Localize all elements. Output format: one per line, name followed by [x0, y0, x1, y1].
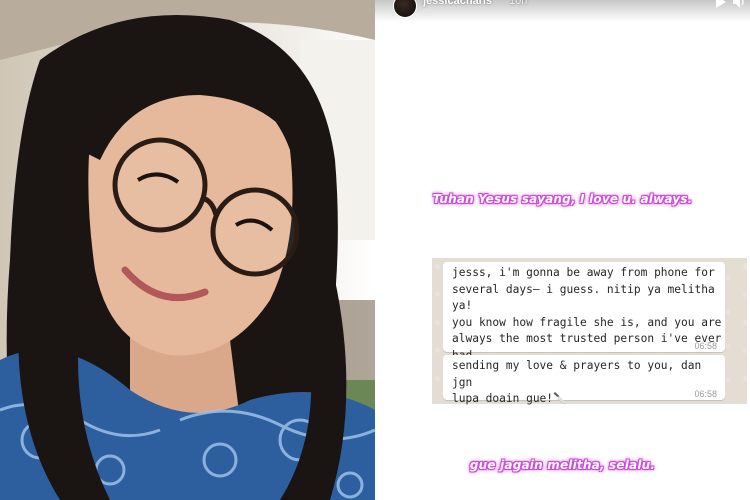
story-panel[interactable]: jessicacharis 10h Tuhan Yesus sayang, I …: [375, 0, 750, 500]
play-icon[interactable]: [714, 0, 726, 8]
story-caption-bottom: gue jagain melitha, selalu.: [469, 458, 656, 472]
glasses-left-lens: [112, 137, 208, 233]
selfie-illustration: [0, 0, 375, 500]
glasses-right-lens: [210, 187, 300, 277]
volume-icon[interactable]: [733, 0, 747, 8]
story-timestamp: 10h: [509, 0, 528, 7]
chat-message: jesss, i'm gonna be away from phone for …: [443, 262, 725, 362]
chat-message-text: sending my love & prayers to you, dan jg…: [452, 359, 702, 405]
chat-screenshot: jesss, i'm gonna be away from phone for …: [432, 258, 747, 405]
story-username[interactable]: jessicacharis: [423, 0, 492, 7]
story-caption-top: Tuhan Yesus sayang, I love u. always.: [432, 192, 693, 206]
chat-message: sending my love & prayers to you, dan jg…: [443, 355, 725, 405]
story-header: jessicacharis 10h: [375, 0, 750, 22]
chat-message-time: 06:58: [694, 341, 717, 351]
chat-message-text: jesss, i'm gonna be away from phone for …: [452, 266, 722, 362]
selfie-photo: [0, 0, 375, 500]
chat-message-time: 06:58: [694, 389, 717, 399]
avatar[interactable]: [393, 0, 417, 18]
